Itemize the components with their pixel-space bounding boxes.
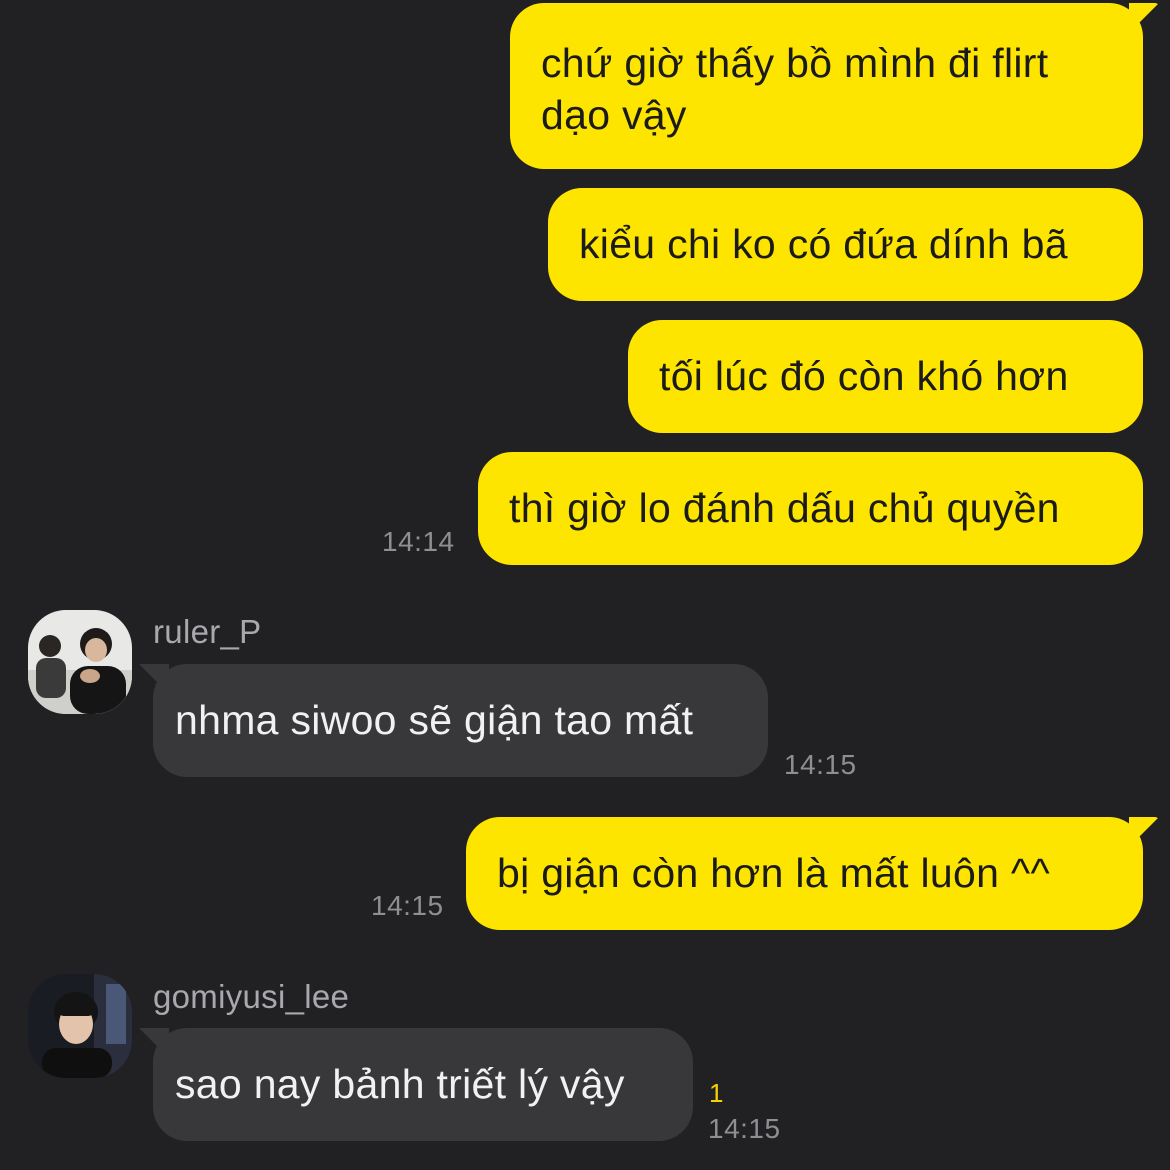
profile-photo-icon [28, 974, 132, 1078]
avatar[interactable] [28, 610, 132, 714]
message-text-line: dạo vậy [541, 92, 687, 138]
message-text: thì giờ lo đánh dấu chủ quyền [509, 485, 1060, 531]
avatar[interactable] [28, 974, 132, 1078]
message-text: sao nay bảnh triết lý vậy [175, 1061, 625, 1107]
outgoing-message[interactable]: chứ giờ thấy bồ mình đi flirt dạo vậy [510, 3, 1159, 169]
outgoing-message[interactable]: tối lúc đó còn khó hơn [628, 320, 1143, 433]
incoming-message[interactable]: nhma siwoo sẽ giận tao mất [139, 664, 768, 777]
incoming-message[interactable]: sao nay bảnh triết lý vậy [139, 1028, 693, 1141]
sender-name: gomiyusi_lee [153, 978, 350, 1015]
outgoing-message[interactable]: kiểu chi ko có đứa dính bã [548, 188, 1143, 301]
message-text: nhma siwoo sẽ giận tao mất [175, 697, 694, 743]
unread-count: 1 [709, 1078, 724, 1108]
message-text: bị giận còn hơn là mất luôn ^^ [497, 850, 1051, 896]
message-text: tối lúc đó còn khó hơn [659, 353, 1069, 399]
message-timestamp: 14:15 [371, 890, 444, 921]
outgoing-message[interactable]: bị giận còn hơn là mất luôn ^^ [466, 817, 1159, 930]
message-timestamp: 14:15 [708, 1113, 781, 1144]
message-text: kiểu chi ko có đứa dính bã [579, 221, 1068, 267]
profile-photo-icon [28, 610, 132, 714]
message-timestamp: 14:14 [382, 526, 455, 557]
sender-name: ruler_P [153, 613, 262, 650]
outgoing-message[interactable]: thì giờ lo đánh dấu chủ quyền [478, 452, 1143, 565]
message-text-line: chứ giờ thấy bồ mình đi flirt [541, 40, 1049, 86]
message-timestamp: 14:15 [784, 749, 857, 780]
